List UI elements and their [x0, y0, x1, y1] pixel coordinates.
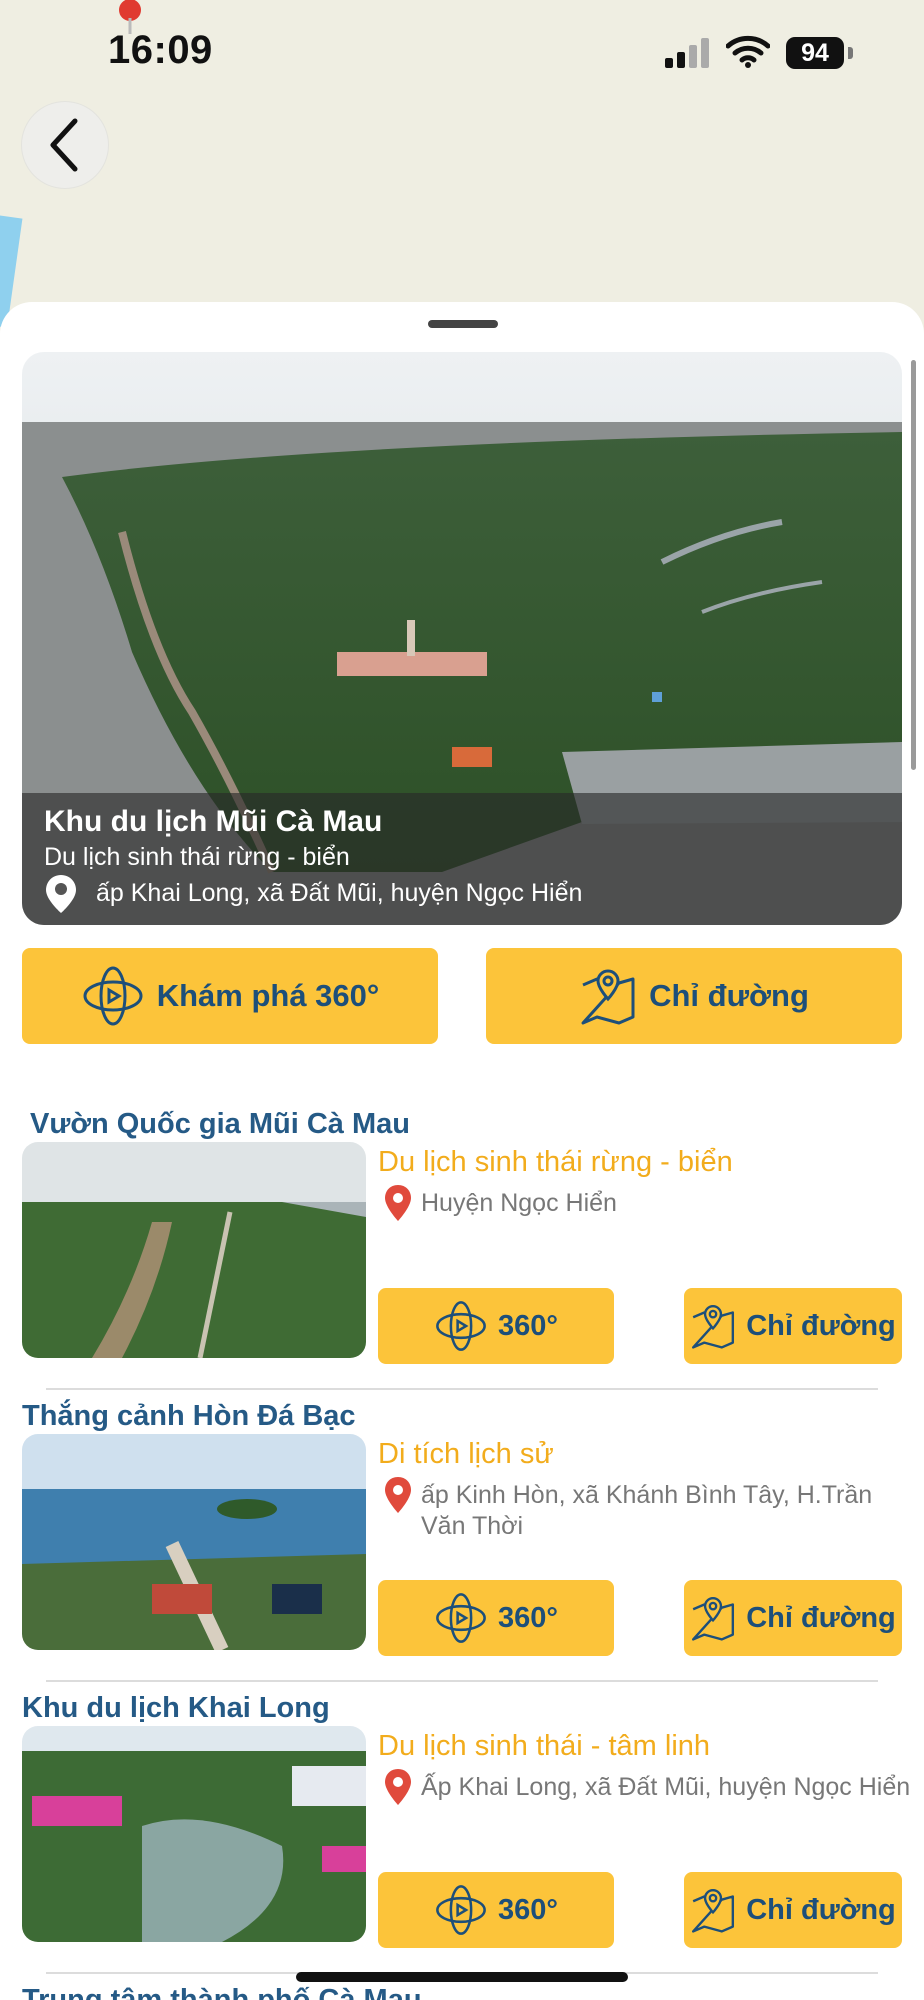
- location-pin-icon: [385, 1185, 411, 1221]
- list-item[interactable]: Vườn Quốc gia Mũi Cà Mau Du lịch sinh th…: [0, 1108, 924, 1400]
- featured-title: Khu du lịch Mũi Cà Mau: [44, 805, 383, 838]
- sheet-drag-handle[interactable]: [428, 320, 498, 328]
- location-pin-icon: [385, 1769, 411, 1805]
- directions-button[interactable]: Chỉ đường: [684, 1580, 902, 1656]
- location-pin-icon: [385, 1477, 411, 1513]
- featured-info-overlay: Khu du lịch Mũi Cà Mau Du lịch sinh thái…: [22, 793, 902, 925]
- view-360-button[interactable]: 360°: [378, 1872, 614, 1948]
- scrollbar[interactable]: [911, 360, 916, 770]
- place-address: Huyện Ngọc Hiển: [421, 1189, 617, 1217]
- directions-button[interactable]: Chỉ đường: [684, 1872, 902, 1948]
- place-title: Khu du lịch Khai Long: [22, 1692, 330, 1724]
- map-icon: [581, 969, 635, 1025]
- status-time: 16:09: [108, 28, 213, 72]
- list-item[interactable]: Khu du lịch Khai Long Du lịch sinh thái …: [0, 1692, 924, 1984]
- featured-address: ấp Khai Long, xã Đất Mũi, huyện Ngọc Hiể…: [96, 879, 583, 907]
- place-category: Di tích lịch sử: [378, 1438, 554, 1470]
- 360-view-icon: [436, 1593, 486, 1643]
- directions-label: Chỉ đường: [746, 1601, 896, 1634]
- view-360-label: 360°: [498, 1309, 558, 1342]
- place-address: ấp Kinh Hòn, xã Khánh Bình Tây, H.Trần V…: [421, 1481, 873, 1540]
- directions-label: Chỉ đường: [649, 978, 809, 1013]
- wifi-icon: [726, 35, 770, 68]
- map-icon: [692, 1596, 735, 1641]
- explore-360-label: Khám phá 360°: [156, 978, 380, 1013]
- featured-place-card[interactable]: Khu du lịch Mũi Cà Mau Du lịch sinh thái…: [22, 352, 902, 925]
- divider: [46, 1388, 878, 1390]
- place-thumbnail: [22, 1142, 366, 1358]
- 360-view-icon: [436, 1885, 486, 1935]
- directions-label: Chỉ đường: [746, 1309, 896, 1342]
- place-title: Vườn Quốc gia Mũi Cà Mau: [30, 1108, 410, 1140]
- list-item[interactable]: Trung tâm thành phố Cà Mau: [0, 1984, 924, 2000]
- explore-360-button[interactable]: Khám phá 360°: [22, 948, 438, 1044]
- map-icon: [692, 1304, 735, 1349]
- directions-label: Chỉ đường: [746, 1893, 896, 1926]
- view-360-label: 360°: [498, 1601, 558, 1634]
- home-indicator: [296, 1972, 628, 1982]
- map-icon: [692, 1888, 735, 1933]
- 360-view-icon: [83, 966, 143, 1026]
- bottom-sheet: Khu du lịch Mũi Cà Mau Du lịch sinh thái…: [0, 302, 924, 2000]
- view-360-button[interactable]: 360°: [378, 1580, 614, 1656]
- chevron-left-icon: [50, 118, 78, 172]
- place-address: Ấp Khai Long, xã Đất Mũi, huyện Ngọc Hiể…: [421, 1773, 911, 1801]
- featured-category: Du lịch sinh thái rừng - biển: [44, 843, 350, 871]
- battery-tip: [848, 47, 853, 59]
- place-title: Thắng cảnh Hòn Đá Bạc: [22, 1400, 356, 1432]
- 360-view-icon: [436, 1301, 486, 1351]
- place-category: Du lịch sinh thái - tâm linh: [378, 1730, 711, 1762]
- status-bar: 16:09 94: [0, 0, 924, 100]
- list-item[interactable]: Thắng cảnh Hòn Đá Bạc Di tích lịch sử ấp…: [0, 1400, 924, 1692]
- place-thumbnail: [22, 1434, 366, 1650]
- location-pin-icon: [46, 875, 76, 913]
- view-360-label: 360°: [498, 1893, 558, 1926]
- signal-icon: [665, 38, 709, 68]
- place-thumbnail: [22, 1726, 366, 1942]
- place-title: Trung tâm thành phố Cà Mau: [22, 1984, 422, 2000]
- battery-indicator: 94: [786, 37, 844, 69]
- view-360-button[interactable]: 360°: [378, 1288, 614, 1364]
- place-category: Du lịch sinh thái rừng - biển: [378, 1146, 733, 1178]
- back-button[interactable]: [22, 102, 108, 188]
- divider: [46, 1680, 878, 1682]
- directions-button[interactable]: Chỉ đường: [486, 948, 902, 1044]
- directions-button[interactable]: Chỉ đường: [684, 1288, 902, 1364]
